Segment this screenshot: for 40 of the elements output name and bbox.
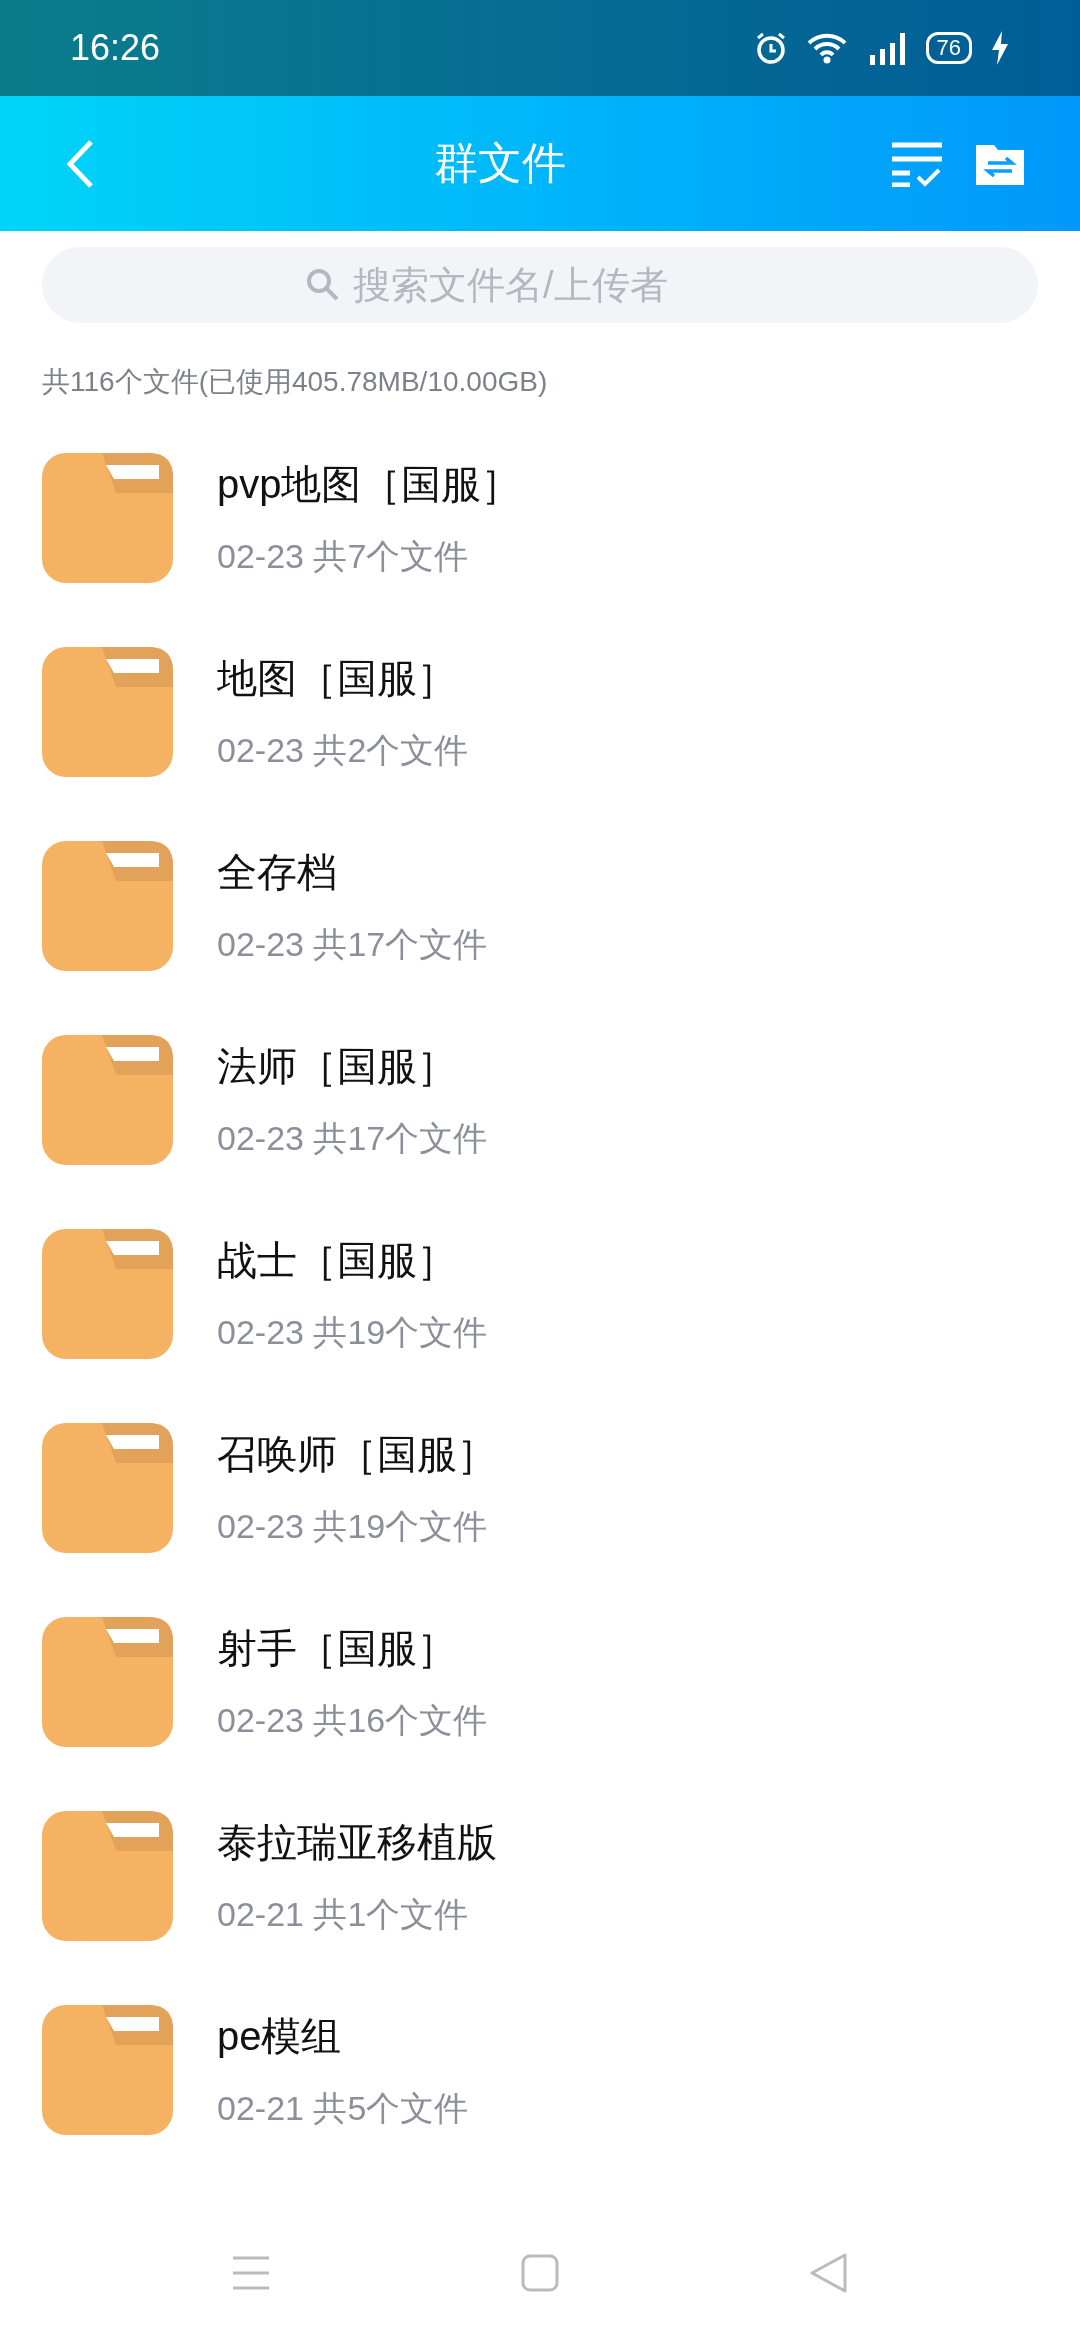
folder-icon	[42, 453, 173, 583]
folder-meta: 02-23 共2个文件	[217, 729, 469, 771]
folder-icon	[42, 841, 173, 971]
folder-name[interactable]: 召唤师［国服］	[217, 1426, 497, 1482]
folder-name[interactable]: pe模组	[217, 2008, 469, 2064]
menu-icon[interactable]	[231, 2254, 271, 2291]
battery-level: 76	[925, 32, 972, 64]
folder-meta: 02-23 共19个文件	[217, 1505, 489, 1547]
folder-icon	[42, 1423, 173, 1553]
folder-icon	[42, 2005, 173, 2135]
charging-icon	[990, 31, 1010, 65]
page-title: 群文件	[433, 137, 567, 189]
folder-meta: 02-23 共19个文件	[217, 1311, 488, 1353]
folder-name[interactable]: 泰拉瑞亚移植版	[217, 1814, 497, 1870]
folder-meta: 02-23 共7个文件	[217, 535, 470, 577]
folder-meta: 02-21 共1个文件	[217, 1893, 470, 1935]
back-nav-icon[interactable]	[809, 2251, 849, 2294]
status-time: 16:26	[70, 27, 162, 69]
folder-icon	[42, 647, 173, 777]
back-icon	[65, 138, 95, 189]
folder-meta: 02-21 共5个文件	[217, 2087, 469, 2129]
folder-meta: 02-23 共16个文件	[217, 1699, 488, 1741]
home-icon[interactable]	[521, 2253, 559, 2292]
folder-name[interactable]: 地图［国服］	[217, 650, 469, 706]
file-summary: 共116个文件(已使用405.78MB/10.00GB)	[42, 365, 549, 399]
folder-meta: 02-23 共17个文件	[217, 923, 488, 965]
folder-icon	[42, 1035, 173, 1165]
folder-name[interactable]: pvp地图［国服］	[217, 456, 522, 512]
folder-icon	[42, 1229, 173, 1359]
folder-name[interactable]: 射手［国服］	[217, 1620, 488, 1676]
wifi-icon	[805, 32, 848, 64]
folder-name[interactable]: 全存档	[217, 844, 488, 900]
search-field[interactable]: 搜索文件名/上传者	[42, 247, 1038, 323]
folder-name[interactable]: 战士［国服］	[217, 1232, 488, 1288]
folder-name[interactable]: 法师［国服］	[217, 1038, 488, 1094]
search-icon	[305, 267, 341, 303]
folder-icon	[42, 1811, 173, 1941]
search-input[interactable]: 搜索文件名/上传者	[351, 262, 775, 308]
folder-meta: 02-23 共17个文件	[217, 1117, 488, 1159]
folder-icon	[42, 1617, 173, 1747]
